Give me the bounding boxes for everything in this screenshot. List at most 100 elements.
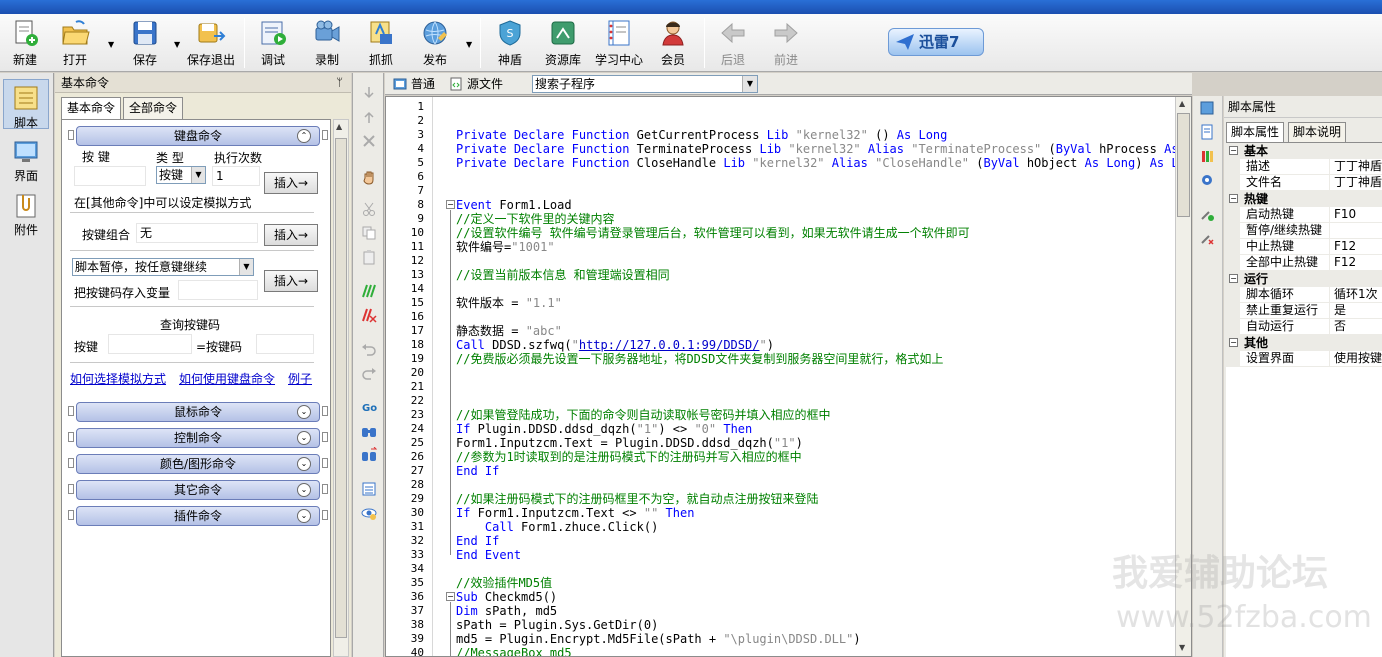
- expand-chevron-icon[interactable]: ⌄: [297, 431, 311, 445]
- expand-chevron-icon[interactable]: ⌄: [297, 457, 311, 471]
- property-value[interactable]: 否: [1330, 319, 1382, 335]
- code-line[interactable]: Private Declare Function TerminateProces…: [456, 142, 1176, 156]
- save-dropdown-arrow[interactable]: ▼: [174, 40, 182, 49]
- code-line[interactable]: Call Form1.zhuce.Click(): [456, 520, 658, 534]
- property-row[interactable]: 全部中止热键 F12: [1226, 255, 1382, 271]
- property-value[interactable]: F12: [1330, 239, 1382, 255]
- property-row[interactable]: 禁止重复运行是: [1226, 303, 1382, 319]
- code-line[interactable]: //参数为1时读取到的是注册码模式下的注册码并写入相应的框中: [456, 450, 802, 464]
- search-subroutine-select[interactable]: 搜索子程序 ▼: [532, 75, 758, 93]
- resource-library-button[interactable]: 资源库: [538, 18, 588, 70]
- back-button[interactable]: 后退: [708, 18, 758, 70]
- scrollbar-thumb[interactable]: [335, 138, 347, 638]
- insert-combo-button[interactable]: 插入→: [264, 224, 318, 246]
- fold-toggle[interactable]: −: [446, 200, 455, 209]
- property-value[interactable]: [1330, 223, 1382, 239]
- collapse-toggle-icon[interactable]: −: [1229, 146, 1238, 155]
- remove-tool-icon[interactable]: [1199, 230, 1215, 246]
- collapse-toggle-icon[interactable]: −: [1229, 274, 1238, 283]
- delete-icon[interactable]: [361, 133, 377, 149]
- tab-normal-view[interactable]: 普通: [389, 75, 439, 94]
- insert-pause-button[interactable]: 插入→: [264, 270, 318, 292]
- property-value[interactable]: 丁丁神盾: [1330, 159, 1382, 175]
- nav-script[interactable]: 脚本: [3, 79, 49, 130]
- property-category[interactable]: − 基本: [1226, 143, 1382, 159]
- property-category[interactable]: − 运行: [1226, 271, 1382, 287]
- code-line[interactable]: //设置当前版本信息 和管理端设置相同: [456, 268, 670, 282]
- publish-button[interactable]: 发布: [410, 18, 460, 70]
- hand-icon[interactable]: [361, 169, 377, 185]
- xunlei-badge[interactable]: 迅雷7: [888, 28, 984, 56]
- section-plugin-commands[interactable]: 插件命令 ⌄: [76, 506, 320, 526]
- property-value[interactable]: 是: [1330, 303, 1382, 319]
- code-line[interactable]: Private Declare Function GetCurrentProce…: [456, 128, 947, 142]
- section-other-commands[interactable]: 其它命令 ⌄: [76, 480, 320, 500]
- undo-icon[interactable]: [361, 341, 377, 357]
- scrollbar-thumb[interactable]: [1177, 113, 1190, 217]
- open-button[interactable]: 打开: [50, 18, 100, 70]
- new-button[interactable]: 新建: [0, 18, 50, 70]
- code-line[interactable]: //如果注册码模式下的注册码框里不为空，就自动点注册按钮来登陆: [456, 492, 818, 506]
- collapse-chevron-icon[interactable]: ⌃: [297, 129, 311, 143]
- code-editor[interactable]: 1 2 3 4 5 6 7 8 9 10 11 12 13 14 15 16 17 18 19 20 21 22 23 24 2…: [385, 96, 1192, 657]
- capture-button[interactable]: 抓抓: [356, 18, 406, 70]
- comment-icon[interactable]: [361, 283, 377, 299]
- code-area[interactable]: Private Declare Function GetCurrentProce…: [456, 97, 1176, 656]
- code-line[interactable]: 软件编号="1001": [456, 240, 555, 254]
- save-exit-button[interactable]: 保存退出: [186, 18, 236, 70]
- insert-key-button[interactable]: 插入→: [264, 172, 318, 194]
- code-line[interactable]: //效验插件MD5值: [456, 576, 552, 590]
- scroll-up-arrow[interactable]: ▲: [1179, 99, 1185, 108]
- publish-dropdown-arrow[interactable]: ▼: [466, 40, 474, 49]
- pin-icon[interactable]: ᛘ: [336, 73, 343, 93]
- how-to-choose-simulation-link[interactable]: 如何选择模拟方式: [70, 370, 166, 387]
- scroll-up-arrow[interactable]: ▲: [336, 122, 342, 131]
- learning-center-button[interactable]: 学习中心: [594, 18, 644, 70]
- property-row[interactable]: 暂停/继续热键: [1226, 223, 1382, 239]
- property-row[interactable]: 设置界面 使用按键: [1226, 351, 1382, 367]
- combo-input[interactable]: 无: [136, 223, 258, 243]
- section-mouse-commands[interactable]: 鼠标命令 ⌄: [76, 402, 320, 422]
- code-line[interactable]: //定义一下软件里的关键内容: [456, 212, 614, 226]
- shield-button[interactable]: S 神盾: [485, 18, 535, 70]
- section-control-commands[interactable]: 控制命令 ⌄: [76, 428, 320, 448]
- query-key-input[interactable]: [108, 334, 192, 354]
- code-line[interactable]: End If: [456, 534, 499, 548]
- query-code-input[interactable]: [256, 334, 314, 354]
- property-row[interactable]: 文件名 丁丁神盾: [1226, 175, 1382, 191]
- type-select[interactable]: 按键 ▼: [156, 166, 206, 184]
- code-line[interactable]: 软件版本 = "1.1": [456, 296, 562, 310]
- expand-chevron-icon[interactable]: ⌄: [297, 509, 311, 523]
- property-category[interactable]: − 热键: [1226, 191, 1382, 207]
- expand-chevron-icon[interactable]: ⌄: [297, 405, 311, 419]
- tab-script-description[interactable]: 脚本说明: [1288, 122, 1347, 142]
- property-value[interactable]: F10: [1330, 207, 1382, 223]
- tab-all-commands[interactable]: 全部命令: [123, 97, 184, 119]
- move-down-icon[interactable]: [361, 85, 377, 101]
- collapse-toggle-icon[interactable]: −: [1229, 194, 1238, 203]
- replace-icon[interactable]: [361, 447, 377, 463]
- add-tool-icon[interactable]: [1199, 206, 1215, 222]
- code-line[interactable]: sPath = Plugin.Sys.GetDir(0): [456, 618, 658, 632]
- nav-attachment[interactable]: 附件: [3, 187, 49, 237]
- document-icon[interactable]: [1199, 124, 1215, 140]
- section-keyboard-commands[interactable]: 键盘命令 ⌃: [76, 126, 320, 146]
- code-line[interactable]: Sub Checkmd5(): [456, 590, 557, 604]
- code-line[interactable]: Event Form1.Load: [456, 198, 572, 212]
- uncomment-icon[interactable]: [361, 307, 377, 323]
- tab-basic-commands[interactable]: 基本命令: [61, 97, 122, 120]
- property-value[interactable]: 丁丁神盾: [1330, 175, 1382, 191]
- open-dropdown-arrow[interactable]: ▼: [108, 40, 116, 49]
- code-line[interactable]: //MessageBox md5: [456, 646, 572, 656]
- pause-select[interactable]: 脚本暂停，按任意键继续 ▼: [72, 258, 254, 276]
- settings-icon[interactable]: [1199, 172, 1215, 188]
- how-to-use-keyboard-link[interactable]: 如何使用键盘命令: [179, 370, 275, 387]
- tab-source-file[interactable]: 源文件: [445, 75, 507, 94]
- go-icon[interactable]: Go: [361, 399, 377, 415]
- list-icon[interactable]: [361, 481, 377, 497]
- code-line[interactable]: If Form1.Inputzcm.Text <> "" Then: [456, 506, 694, 520]
- property-row[interactable]: 启动热键 F10: [1226, 207, 1382, 223]
- debug-button[interactable]: 调试: [248, 18, 298, 70]
- watch-icon[interactable]: [361, 505, 377, 521]
- property-row[interactable]: 自动运行否: [1226, 319, 1382, 335]
